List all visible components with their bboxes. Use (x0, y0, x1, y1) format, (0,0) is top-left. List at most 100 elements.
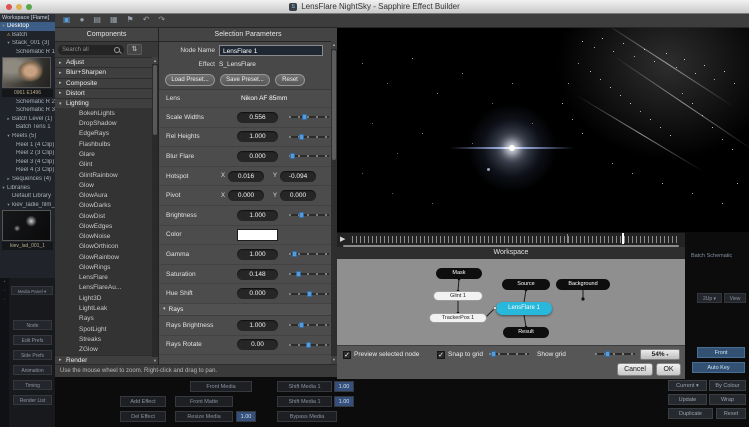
node-result[interactable]: Result (503, 327, 549, 338)
update-button[interactable]: Update (668, 394, 707, 405)
media-panel-dropdown[interactable]: Media Panel ▾ (11, 286, 53, 295)
component-item[interactable]: Light3D (55, 293, 158, 303)
gamma-slider[interactable] (289, 251, 329, 257)
preview-selected-checkbox[interactable]: ✓ (343, 351, 351, 359)
component-item[interactable]: GlowRings (55, 262, 158, 272)
component-item[interactable]: GlowAura (55, 190, 158, 200)
component-item[interactable]: LensFlare (55, 273, 158, 283)
open-icon[interactable]: ▤ (93, 16, 101, 24)
zoom-level-dropdown[interactable]: 54% ▾ (640, 349, 680, 360)
new-setup-icon[interactable]: ▣ (63, 16, 71, 24)
component-item[interactable]: ▸ Distort (55, 88, 158, 98)
blur-flare-slider[interactable] (289, 153, 329, 159)
save-icon[interactable]: ▦ (110, 16, 118, 24)
duplicate-button[interactable]: Duplicate (668, 408, 713, 419)
component-item[interactable]: GlowDarks (55, 201, 158, 211)
component-item[interactable]: GlowDist (55, 211, 158, 221)
flag-icon[interactable]: ⚑ (127, 16, 134, 24)
blur-flare-value[interactable]: 0.000 (237, 151, 278, 162)
scrollbar-thumb[interactable] (153, 65, 157, 135)
redo-icon[interactable]: ↷ (158, 16, 165, 24)
auto-key-button[interactable]: Auto Key (692, 362, 745, 373)
search-input[interactable]: Search all (58, 45, 124, 55)
tree-item[interactable]: ⚠ Batch (0, 31, 55, 40)
minimize-window-icon[interactable] (16, 4, 22, 10)
workspace-node-graph[interactable]: Mask Glint 1 TrackerPos 1 Source LensFla… (337, 259, 685, 345)
tree-item[interactable]: ▾ Desktop (0, 22, 55, 31)
node-name-input[interactable]: LensFlare 1 (219, 45, 323, 56)
timeline-ruler[interactable] (352, 236, 678, 243)
flame-left-button[interactable]: Render List (13, 395, 52, 405)
rays-rotate-slider[interactable] (289, 342, 329, 348)
grid-spacing-slider[interactable] (595, 351, 635, 357)
component-item[interactable]: EdgeRays (55, 129, 158, 139)
flame-left-button[interactable]: Node (13, 320, 52, 330)
component-item[interactable]: LightLeak (55, 303, 158, 313)
node-input-port[interactable] (493, 306, 497, 310)
node-mask[interactable]: Mask (436, 268, 482, 279)
flame-bottom-button[interactable]: Bypass Media (277, 411, 337, 422)
tree-item[interactable]: Schematic R 3 (0, 106, 55, 115)
rays-section-header[interactable]: ▾ Rays (159, 304, 337, 316)
tree-item[interactable]: Reel 4 (3 Clip) (0, 166, 55, 175)
load-preset-button[interactable]: Load Preset... (165, 74, 215, 86)
component-item[interactable]: LensFlareAu... (55, 283, 158, 293)
flame-bottom-button[interactable]: Del Effect (120, 411, 166, 422)
component-item[interactable]: SpotLight (55, 324, 158, 334)
view-button[interactable]: View (724, 293, 746, 303)
component-item[interactable]: ▸ Render (55, 355, 158, 364)
tree-item[interactable]: ▾ Libraries (0, 183, 55, 192)
dialog-title-bar[interactable]: S LensFlare NightSky - Sapphire Effect B… (0, 0, 749, 14)
by-colour-button[interactable]: By Colour (709, 380, 746, 391)
tree-item[interactable]: Schematic R 2 (0, 97, 55, 106)
node-source[interactable]: Source (502, 279, 550, 290)
component-item[interactable]: GlowRainbow (55, 252, 158, 262)
component-item[interactable]: GlowNoise (55, 232, 158, 242)
zoom-window-icon[interactable] (26, 4, 32, 10)
flame-bottom-button[interactable]: Shift Media 1 (277, 396, 332, 407)
reset-button[interactable]: Reset (275, 74, 305, 86)
flame-bottom-button[interactable]: Shift Media 1 (277, 381, 332, 392)
hotspot-y-value[interactable]: -0.094 (280, 171, 316, 182)
ok-button[interactable]: OK (656, 363, 681, 376)
component-item[interactable]: Rays (55, 314, 158, 324)
tree-item[interactable]: ▸ Sequences (4) (0, 175, 55, 184)
flame-bottom-button[interactable]: Front Media (190, 381, 252, 392)
component-item[interactable]: ZGlow (55, 344, 158, 354)
node-view-icon[interactable]: ● (80, 16, 85, 24)
grid-size-slider[interactable] (489, 351, 529, 357)
flame-bottom-button[interactable]: 1.00 (334, 381, 354, 392)
component-item[interactable]: ▾ Lighting (55, 98, 158, 108)
component-item[interactable]: BokehLights (55, 108, 158, 118)
sort-button[interactable]: ⇅ (127, 44, 142, 55)
clip-thumbnail-night[interactable] (2, 210, 51, 241)
rel-heights-slider[interactable] (289, 134, 329, 140)
save-preset-button[interactable]: Save Preset... (220, 74, 270, 86)
current-dropdown[interactable]: Current ▾ (668, 380, 707, 391)
clip-thumbnail-portrait[interactable] (2, 57, 51, 88)
scale-widths-value[interactable]: 0.556 (237, 112, 278, 123)
component-item[interactable]: Glint (55, 160, 158, 170)
hotspot-x-value[interactable]: 0.016 (228, 171, 264, 182)
component-item[interactable]: ▸ Composite (55, 78, 158, 88)
pivot-x-value[interactable]: 0.000 (228, 190, 264, 201)
hue-shift-slider[interactable] (289, 291, 329, 297)
hue-shift-value[interactable]: 0.000 (237, 288, 278, 299)
scrollbar-thumb[interactable] (332, 50, 336, 160)
component-item[interactable]: ▸ Adjust (55, 57, 158, 67)
node-lensflare-selected[interactable]: LensFlare 1 (496, 302, 552, 315)
component-item[interactable]: GlintRainbow (55, 170, 158, 180)
flame-bottom-button[interactable]: 1.00 (236, 411, 256, 422)
component-item[interactable]: Glare (55, 149, 158, 159)
scroll-up-icon[interactable]: ▲ (152, 57, 158, 64)
component-item[interactable]: Streaks (55, 334, 158, 344)
saturation-slider[interactable] (289, 271, 329, 277)
undo-icon[interactable]: ↶ (143, 16, 150, 24)
rays-brightness-value[interactable]: 1.000 (237, 320, 278, 331)
component-item[interactable]: GlowEdges (55, 221, 158, 231)
components-scrollbar[interactable]: ▲ ▼ (152, 57, 158, 364)
tree-item[interactable]: Reel 1 (4 Clip) (0, 140, 55, 149)
brightness-value[interactable]: 1.000 (237, 210, 278, 221)
node-glint[interactable]: Glint 1 (433, 291, 483, 301)
tree-item[interactable]: ▾ Reels (5) (0, 132, 55, 141)
